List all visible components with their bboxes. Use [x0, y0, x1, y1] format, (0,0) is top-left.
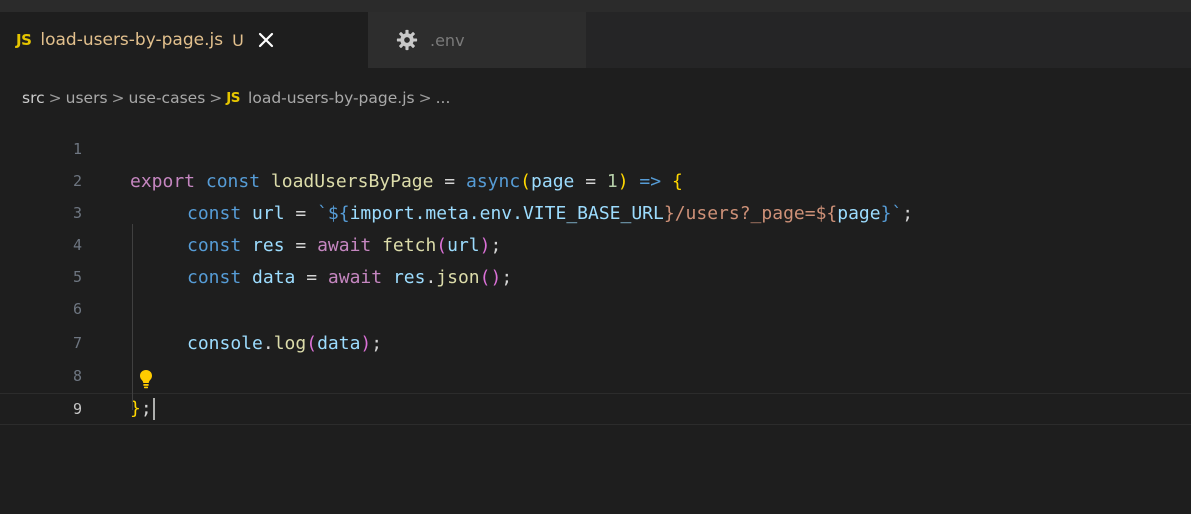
code-line[interactable]: 5 const data = await res.json();	[0, 261, 1191, 293]
token-punctuation: ;	[490, 234, 502, 256]
line-number: 4	[72, 236, 82, 254]
token-bracket: )	[617, 170, 629, 192]
breadcrumb: src > users > use-cases > JS load-users-…	[0, 84, 1191, 112]
line-number: 3	[72, 204, 82, 222]
code-text: };	[130, 398, 155, 420]
token-bracket: )	[360, 332, 372, 354]
token-bracket: )	[479, 234, 491, 256]
code-text: export const loadUsersByPage = async(pag…	[130, 171, 683, 192]
token-punctuation: ;	[902, 202, 914, 224]
gear-icon	[396, 29, 418, 51]
token-keyword: await	[317, 234, 372, 256]
code-text: console.log(data);	[187, 333, 382, 354]
token-keyword: await	[327, 266, 383, 288]
tab-title: .env	[430, 30, 465, 50]
tab-env[interactable]: .env	[368, 12, 586, 68]
line-number: 6	[72, 300, 82, 318]
code-line[interactable]: 8	[0, 360, 1191, 392]
token-punctuation: .	[262, 332, 274, 354]
code-line[interactable]: 2 export const loadUsersByPage = async(p…	[0, 165, 1191, 197]
breadcrumb-item-file[interactable]: load-users-by-page.js	[248, 89, 415, 107]
token-keyword: const	[187, 266, 242, 288]
close-icon[interactable]	[256, 30, 276, 50]
breadcrumb-item-src[interactable]: src	[22, 89, 45, 107]
tab-load-users-by-page[interactable]: JS load-users-by-page.js U	[0, 12, 368, 68]
tab-bar: JS load-users-by-page.js U .env	[0, 12, 1191, 68]
token-function-name: fetch	[382, 234, 437, 256]
token-punctuation: ;	[501, 266, 513, 288]
code-line-current[interactable]: 9 };	[0, 393, 1191, 425]
breadcrumb-item-users[interactable]: users	[66, 89, 108, 107]
editor-window: JS load-users-by-page.js U .env src > us…	[0, 0, 1191, 514]
token-expression: import.meta.env.VITE_BASE_URL	[349, 202, 664, 224]
token-punctuation: .	[425, 266, 437, 288]
code-line[interactable]: 6	[0, 293, 1191, 325]
indent-guide	[132, 224, 133, 410]
breadcrumb-separator: >	[48, 89, 62, 107]
token-function-name: json	[436, 266, 480, 288]
breadcrumb-separator: >	[111, 89, 125, 107]
js-file-icon: JS	[226, 90, 241, 106]
token-variable: res	[392, 266, 426, 288]
code-text: const data = await res.json();	[187, 267, 512, 288]
line-number: 7	[72, 334, 82, 352]
token-bracket: (	[306, 332, 318, 354]
token-keyword: const	[205, 170, 261, 192]
token-variable: data	[252, 266, 296, 288]
line-number: 5	[72, 268, 82, 286]
lightbulb-icon[interactable]	[139, 369, 153, 389]
code-line[interactable]: 3 const url = `${import.meta.env.VITE_BA…	[0, 197, 1191, 229]
breadcrumb-item-symbols[interactable]: ...	[436, 89, 451, 107]
token-string: }/users?_page=${	[663, 202, 838, 224]
token-bracket: {	[671, 170, 683, 192]
code-text: const res = await fetch(url);	[187, 235, 501, 256]
token-bracket: (	[436, 234, 448, 256]
token-operator: =	[284, 234, 318, 256]
token-variable: url	[252, 202, 285, 224]
token-function-name: loadUsersByPage	[270, 170, 434, 192]
token-keyword: const	[187, 234, 242, 256]
token-variable: res	[252, 234, 285, 256]
line-number: 9	[72, 400, 82, 418]
line-number: 2	[72, 172, 82, 190]
code-editor[interactable]: 1 2 export const loadUsersByPage = async…	[0, 128, 1191, 428]
token-keyword: async	[465, 170, 521, 192]
line-number: 8	[72, 367, 82, 385]
text-cursor	[152, 398, 155, 420]
untracked-badge: U	[232, 30, 244, 50]
token-variable: console	[187, 332, 263, 354]
token-variable: data	[317, 332, 361, 354]
code-line[interactable]: 7 console.log(data);	[0, 327, 1191, 359]
token-operator: =>	[628, 170, 672, 192]
token-bracket: (	[520, 170, 532, 192]
title-strip	[0, 0, 1191, 12]
token-operator: =	[295, 266, 328, 288]
token-variable: url	[447, 234, 480, 256]
breadcrumb-separator: >	[418, 89, 432, 107]
token-number: 1	[606, 170, 618, 192]
breadcrumb-item-use-cases[interactable]: use-cases	[129, 89, 206, 107]
token-template-punct: }`	[880, 202, 903, 224]
token-operator: =	[284, 202, 318, 224]
token-template-punct: `${	[317, 202, 350, 224]
code-text: const url = `${import.meta.env.VITE_BASE…	[187, 203, 913, 224]
js-file-icon: JS	[16, 31, 32, 49]
token-punctuation: ;	[140, 398, 152, 419]
token-punctuation: ;	[371, 332, 383, 354]
token-bracket: ()	[479, 266, 502, 288]
token-variable: page	[837, 202, 881, 224]
token-operator: =	[574, 170, 607, 192]
code-line[interactable]: 4 const res = await fetch(url);	[0, 229, 1191, 261]
code-line[interactable]: 1	[0, 133, 1191, 165]
token-keyword: const	[187, 202, 242, 224]
tab-title: load-users-by-page.js	[40, 30, 224, 50]
breadcrumb-separator: >	[209, 89, 223, 107]
token-operator: =	[433, 170, 466, 192]
token-parameter: page	[531, 170, 575, 192]
token-function-name: log	[273, 332, 307, 354]
token-keyword: export	[130, 170, 196, 192]
line-number: 1	[72, 140, 82, 158]
